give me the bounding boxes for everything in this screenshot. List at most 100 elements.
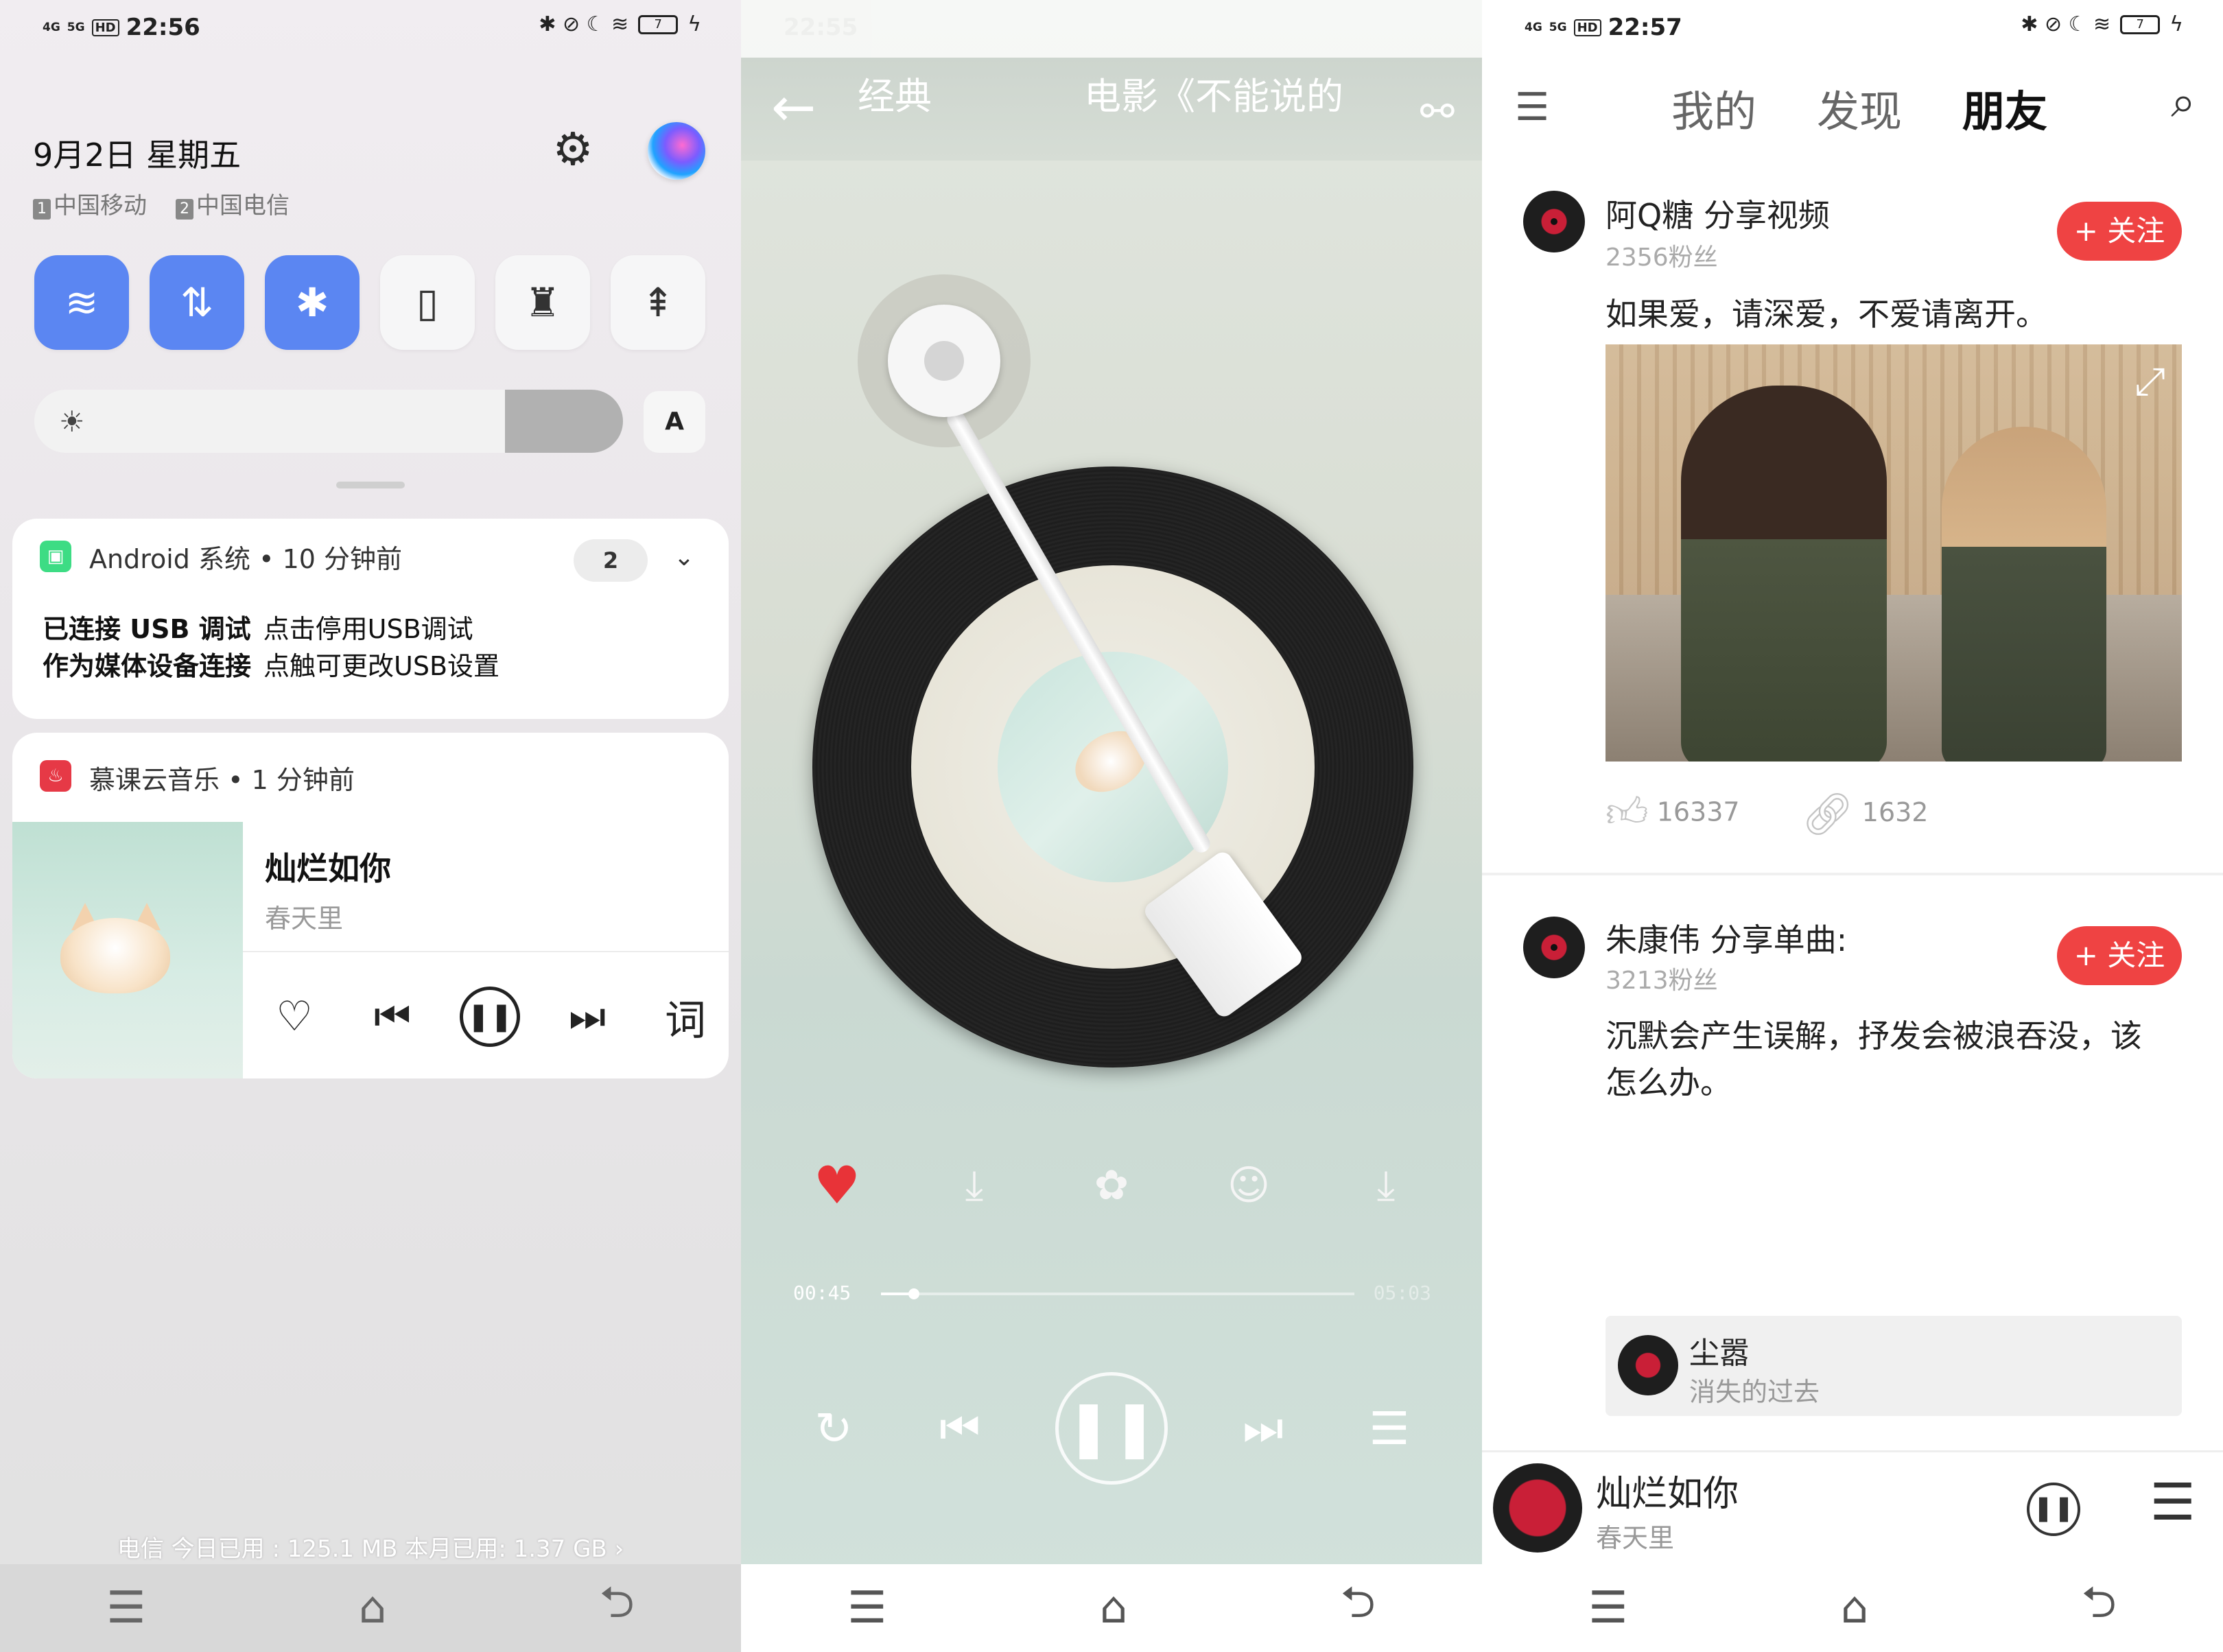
bluetooth-icon[interactable]: ✱ [265, 255, 360, 350]
sim-1-icon: 1 [33, 199, 51, 220]
mini-player[interactable]: 灿烂如你 春天里 ❚❚ ☰ [1482, 1450, 2223, 1564]
charging-icon: ϟ [2169, 12, 2183, 36]
carrier-list: 1 中国移动 2 中国电信 [33, 187, 290, 220]
vibrate-icon[interactable]: ▯ [380, 255, 475, 350]
chevron-down-icon[interactable]: ⌄ [674, 543, 694, 571]
date-label: 9月2日 星期五 [33, 137, 242, 174]
avatar[interactable] [1523, 191, 1585, 252]
thumbs-up-icon: 👍︎ [1606, 789, 1649, 837]
notification-usb[interactable]: ▣ Android 系统 • 10 分钟前 2 ⌄ 已连接 USB 调试 点击停用… [12, 519, 729, 719]
hamburger-menu-icon[interactable]: ☰ [1515, 85, 1549, 130]
nav-back-icon[interactable]: ⮌ [2082, 1571, 2117, 1645]
like-heart-icon[interactable]: ♥ [810, 1158, 864, 1213]
like-heart-icon[interactable]: ♡ [263, 993, 325, 1041]
nav-menu-icon[interactable]: ☰ [1588, 1583, 1627, 1633]
drag-handle[interactable] [336, 482, 405, 488]
follow-button[interactable]: + 关注 [2057, 202, 2182, 261]
status-icons: ✱ ⊘ ☾ ≋ [539, 12, 629, 36]
pause-icon[interactable]: ❚❚ [460, 987, 520, 1047]
follow-button[interactable]: + 关注 [2057, 926, 2182, 985]
hd-icon: HD [1573, 19, 1601, 36]
progress-bar[interactable]: 00:45 05:03 [793, 1280, 1431, 1308]
nav-home-icon[interactable]: ⌂ [1100, 1583, 1128, 1633]
nav-menu-icon[interactable]: ☰ [847, 1583, 886, 1633]
brightness-fill [505, 390, 623, 453]
assistant-orb-icon[interactable] [648, 122, 705, 180]
playlist-icon[interactable]: ☰ [2150, 1473, 2196, 1532]
share-stat[interactable]: 🔗︎ 1632 [1802, 790, 1929, 838]
share-icon[interactable]: ⚯ [1420, 88, 1455, 136]
search-icon[interactable]: ⌕ [2171, 77, 2196, 128]
more-download-icon[interactable]: ⤓ [1358, 1158, 1413, 1213]
media-controls: ♡ ⏮ ❚❚ ⏭ 词 [263, 987, 716, 1047]
shared-song-card[interactable]: 尘嚣 消失的过去 [1606, 1316, 2182, 1416]
avatar[interactable] [1523, 917, 1585, 978]
brightness-sun-icon: ☀ [59, 405, 85, 438]
status-icons: ✱ ⊘ ☾ ≋ [2021, 12, 2111, 36]
data-usage-summary[interactable]: 电信 今日已用 : 125.1 MB 本月已用: 1.37 GB › [0, 1530, 741, 1564]
lyrics-button[interactable]: 词 [655, 987, 716, 1047]
data-transfer-icon[interactable]: ⇅ [150, 255, 244, 350]
top-tabs: 我的 发现 朋友 [1671, 77, 2047, 139]
post-author[interactable]: 阿Q糖 分享视频 [1606, 191, 1830, 236]
next-track-icon[interactable]: ⏭ [1232, 1402, 1294, 1456]
post-author[interactable]: 朱康伟 分享单曲: [1606, 915, 1847, 960]
song-title-marquee: 经典 电影《不能说的 [858, 75, 1343, 118]
hd-icon: HD [91, 19, 119, 36]
previous-track-icon[interactable]: ⏮ [929, 1402, 991, 1456]
shared-song-album: 消失的过去 [1689, 1377, 1820, 1407]
tab-friends[interactable]: 朋友 [1962, 77, 2047, 139]
flashlight-icon[interactable]: ♜ [495, 255, 590, 350]
settings-gear-icon[interactable]: ⚙ [549, 126, 597, 174]
battery-icon: 7 [2120, 14, 2161, 34]
pause-button[interactable]: ❚❚ [1055, 1372, 1168, 1485]
tab-discover[interactable]: 发现 [1817, 77, 1902, 139]
music-app-icon: ♨ [40, 760, 71, 792]
friends-feed-screen: 4G 5G HD 22:57 ✱ ⊘ ☾ ≋ 7 ϟ ☰ 我的 发现 朋友 ⌕ … [1482, 0, 2223, 1652]
notification-count-badge[interactable]: 2 [574, 539, 648, 582]
progress-track[interactable] [881, 1288, 1354, 1299]
repeat-icon[interactable]: ↻ [803, 1402, 864, 1455]
tab-mine[interactable]: 我的 [1671, 77, 1756, 139]
nav-home-icon[interactable]: ⌂ [359, 1583, 387, 1633]
wifi-icon[interactable]: ≋ [34, 255, 129, 350]
navigation-bar: ☰ ⌂ ⮌ [0, 1564, 741, 1652]
nav-menu-icon[interactable]: ☰ [106, 1583, 145, 1633]
brightness-slider[interactable]: ☀ [34, 390, 623, 453]
vinyl-disc [812, 467, 1413, 1067]
carrier-1: 1 中国移动 [33, 187, 147, 220]
comment-icon[interactable]: ☺ [1221, 1158, 1276, 1213]
progress-thumb[interactable] [908, 1288, 920, 1299]
app-header: ☰ 我的 发现 朋友 ⌕ [1482, 58, 2223, 147]
sound-effect-icon[interactable]: ✿ [1084, 1158, 1139, 1213]
expand-icon[interactable]: ⤢ [2134, 359, 2165, 405]
signal-5g-icon: 5G [67, 20, 85, 34]
navigation-bar: ☰ ⌂ ⮌ [1482, 1564, 2223, 1652]
like-stat[interactable]: 👍︎ 16337 [1606, 789, 1740, 838]
pause-icon[interactable]: ❚❚ [2027, 1483, 2080, 1536]
fans-count: 3213粉丝 [1606, 967, 1718, 995]
signal-4g-icon: 4G [1525, 20, 1542, 34]
playlist-icon[interactable]: ☰ [1358, 1402, 1420, 1455]
song-artist: 春天里 [265, 904, 344, 934]
notification-header: 慕课云音乐 • 1 分钟前 [89, 765, 355, 795]
nav-home-icon[interactable]: ⌂ [1841, 1583, 1869, 1633]
notification-music[interactable]: ♨ 慕课云音乐 • 1 分钟前 灿烂如你 春天里 ♡ ⏮ ❚❚ ⏭ 词 [12, 733, 729, 1078]
back-arrow-icon[interactable]: ← [771, 77, 816, 139]
nav-back-icon[interactable]: ⮌ [600, 1571, 635, 1645]
nav-back-icon[interactable]: ⮌ [1341, 1571, 1376, 1645]
fans-count: 2356粉丝 [1606, 244, 1718, 272]
next-track-icon[interactable]: ⏭ [556, 993, 618, 1041]
status-bar: 4G 5G HD 22:56 ✱ ⊘ ☾ ≋ 7 ϟ [0, 0, 741, 58]
status-bar: 22:55 [741, 0, 1482, 58]
previous-track-icon[interactable]: ⏮ [362, 993, 423, 1041]
video-thumbnail[interactable]: ⤢ [1606, 344, 2182, 762]
download-icon[interactable]: ⤓ [947, 1158, 1002, 1213]
post-text: 如果爱，请深爱，不爱请离开。 [1606, 296, 2047, 333]
rocket-icon[interactable]: ⇞ [611, 255, 705, 350]
divider [243, 951, 729, 952]
music-player-screen: 22:55 ← 经典 电影《不能说的 ⚯ ♥ ⤓ ✿ ☺ ⤓ 00:45 05:… [741, 0, 1482, 1652]
auto-brightness-button[interactable]: A [644, 391, 705, 453]
usb-debug-line: 已连接 USB 调试 点击停用USB调试 [43, 614, 473, 644]
mini-player-disc[interactable] [1493, 1463, 1582, 1553]
